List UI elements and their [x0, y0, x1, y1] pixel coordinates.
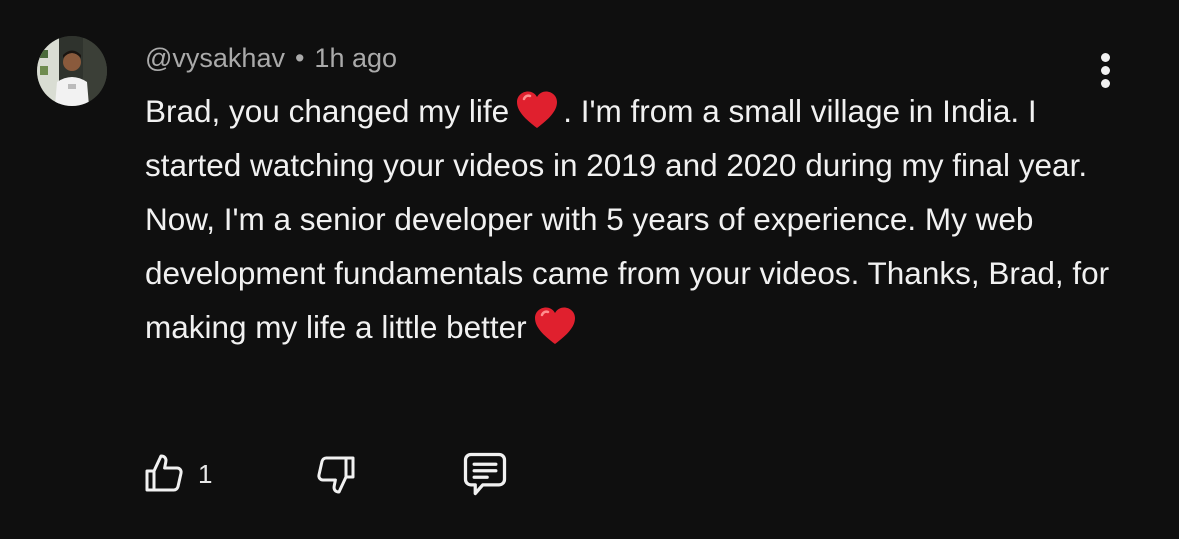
- comment-text-part-1: Brad, you changed my life: [145, 93, 510, 129]
- like-count: 1: [198, 458, 213, 489]
- comment-thread: @vysakhav • 1h ago Brad, you changed my li…: [0, 0, 1179, 539]
- red-heart-emoji: [517, 91, 558, 128]
- avatar[interactable]: [37, 36, 107, 106]
- reply-button[interactable]: [458, 446, 512, 502]
- avatar-image: [37, 36, 107, 106]
- dislike-button[interactable]: [312, 446, 360, 502]
- red-heart-emoji: [534, 307, 575, 344]
- reply-comment-icon: [463, 452, 507, 496]
- thumbs-up-icon: [145, 454, 183, 492]
- comment-header: @vysakhav • 1h ago: [145, 40, 397, 76]
- comment-text: Brad, you changed my life . I'm from a s…: [145, 84, 1135, 354]
- thumbs-down-icon: [317, 456, 355, 494]
- comment-text-part-2: . I'm from a small village in India. I s…: [145, 93, 1110, 345]
- comment-time[interactable]: 1h ago: [314, 43, 397, 73]
- header-separator: •: [294, 43, 305, 73]
- like-button[interactable]: 1: [140, 446, 212, 502]
- author-name[interactable]: @vysakhav: [145, 43, 285, 73]
